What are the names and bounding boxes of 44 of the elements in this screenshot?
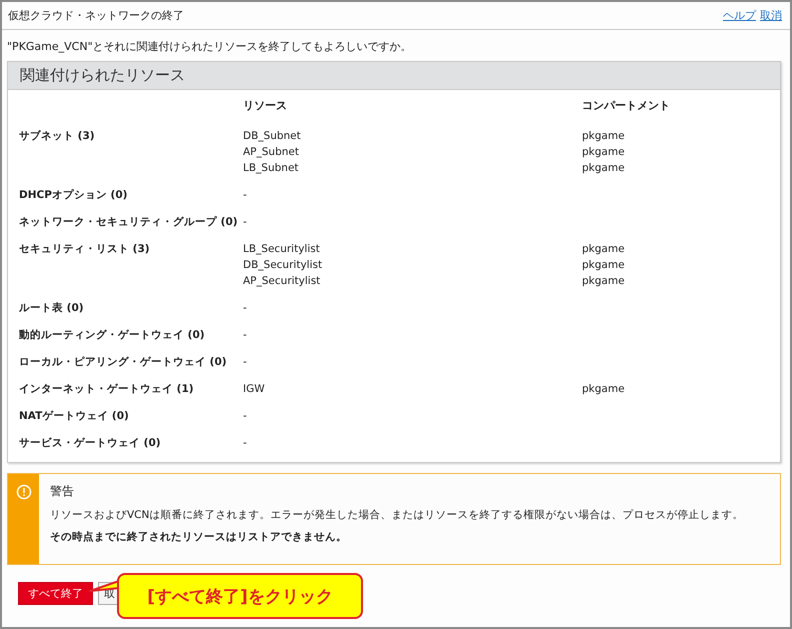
resource-name: DB_Securitylist [243, 258, 324, 273]
warning-note: その時点までに終了されたリソースはリストアできません。 [50, 530, 348, 544]
header-link[interactable]: 取消 [760, 8, 782, 23]
resource-type: セキュリティ・リスト (3) [19, 242, 151, 257]
resource-name: LB_Securitylist [243, 242, 321, 257]
warning-icon [16, 484, 32, 500]
panel-title: 関連付けられたリソース [8, 62, 780, 90]
compartment-name: pkgame [582, 274, 626, 289]
column-header: コンパートメント [582, 98, 671, 114]
warning-text: リソースおよびVCNは順番に終了されます。エラーが発生した場合、またはリソースを終了する権限がない場合は、プロセスが停止します。 [50, 508, 744, 522]
compartment-name: pkgame [582, 129, 626, 144]
resource-name: - [243, 409, 248, 424]
resource-name: - [243, 188, 248, 203]
warning-title: 警告 [50, 483, 75, 500]
resource-name: AP_Subnet [243, 145, 300, 160]
callout-note: [すべて終了]をクリック [117, 573, 363, 619]
resource-type: DHCPオプション (0) [19, 188, 128, 203]
resource-name: - [243, 328, 248, 343]
resource-type: ルート表 (0) [19, 301, 85, 316]
resource-name: - [243, 301, 248, 316]
compartment-name: pkgame [582, 145, 626, 160]
resource-type: 動的ルーティング・ゲートウェイ (0) [19, 328, 206, 343]
resource-name: - [243, 355, 248, 370]
resource-name: AP_Securitylist [243, 274, 322, 289]
resource-type: ローカル・ピアリング・ゲートウェイ (0) [19, 355, 228, 370]
resource-name: DB_Subnet [243, 129, 302, 144]
compartment-name: pkgame [582, 382, 626, 397]
column-header: リソース [243, 98, 288, 114]
compartment-name: pkgame [582, 242, 626, 257]
resource-name: - [243, 436, 248, 451]
resource-name: - [243, 215, 248, 230]
confirm-message: "PKGame_VCN"とそれに関連付けられたリソースを終了してもよろしいですか。 [7, 39, 413, 54]
header-link[interactable]: ヘルプ [723, 8, 756, 23]
resource-type: サブネット (3) [19, 129, 96, 144]
resource-type: ネットワーク・セキュリティ・グループ (0) [19, 215, 239, 230]
resource-type: インターネット・ゲートウェイ (1) [19, 382, 195, 397]
resource-type: サービス・ゲートウェイ (0) [19, 436, 162, 451]
compartment-name: pkgame [582, 161, 626, 176]
terminate-all-button[interactable]: すべて終了 [18, 582, 93, 605]
resource-name: LB_Subnet [243, 161, 300, 176]
resource-name: IGW [243, 382, 266, 397]
dialog-title: 仮想クラウド・ネットワークの終了 [8, 8, 184, 23]
compartment-name: pkgame [582, 258, 626, 273]
resource-type: NATゲートウェイ (0) [19, 409, 130, 424]
